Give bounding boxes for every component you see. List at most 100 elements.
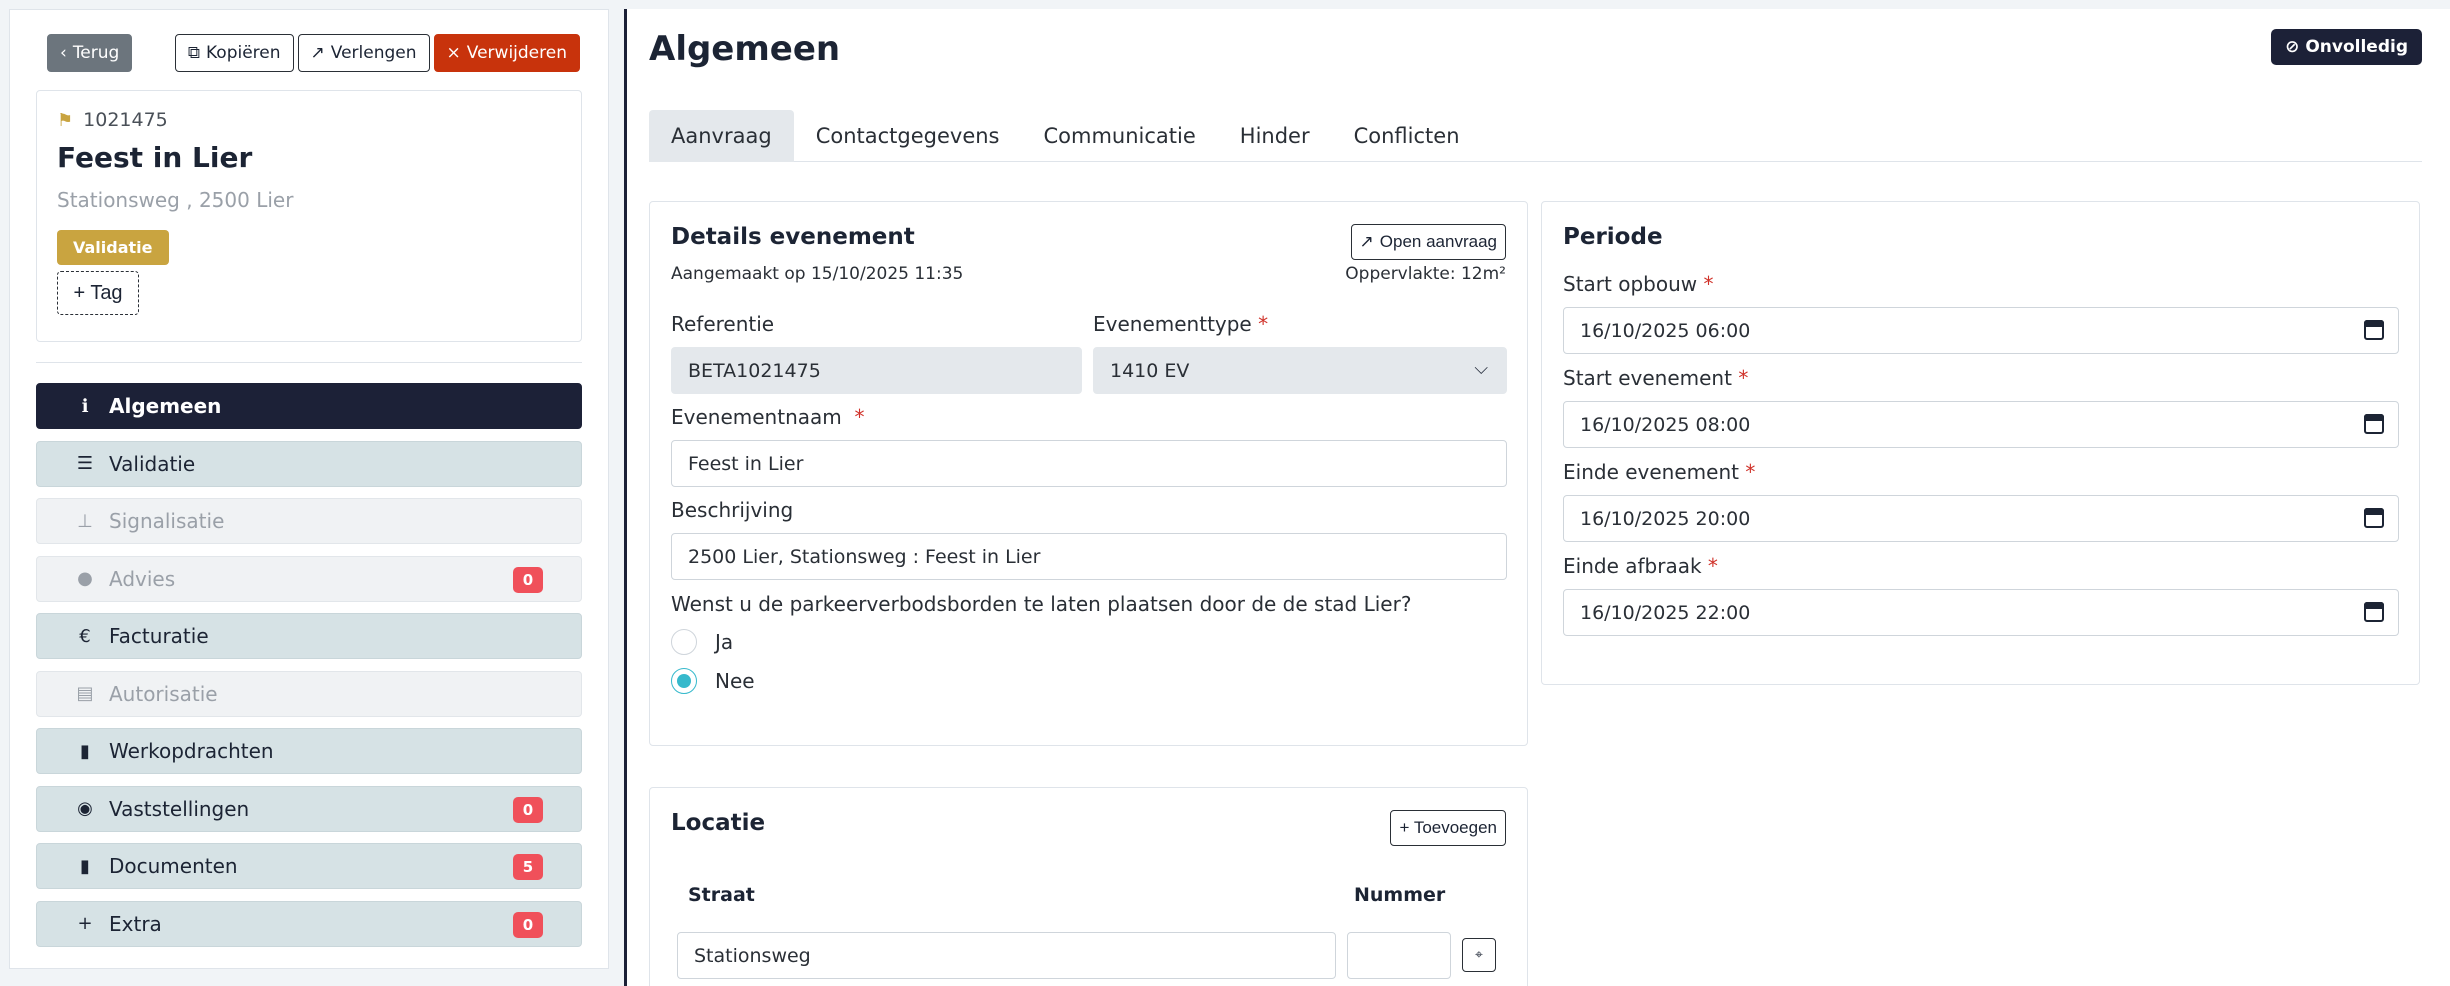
delete-button[interactable]: × Verwijderen: [433, 34, 580, 72]
calendar-icon[interactable]: [2364, 414, 2384, 434]
calendar-icon[interactable]: [2364, 602, 2384, 622]
desc-label: Beschrijving: [671, 498, 794, 522]
radio-ja[interactable]: Ja: [671, 629, 733, 655]
copy-icon: ⧉: [187, 43, 200, 63]
summary-address: Stationsweg , 2500 Lier: [57, 188, 294, 212]
summary-id: ⚑ 1021475: [57, 109, 168, 131]
sidebar-item-label: Advies: [109, 566, 176, 591]
back-button[interactable]: ‹ Terug: [47, 34, 133, 72]
chevron-down-icon: ⌵: [1474, 358, 1488, 379]
sidebar-item-extra[interactable]: + Extra 0: [36, 900, 582, 947]
description-input[interactable]: 2500 Lier, Stationsweg : Feest in Lier: [671, 533, 1507, 580]
locatie-title: Locatie: [671, 810, 766, 836]
add-location-button[interactable]: + Toevoegen: [1390, 810, 1506, 846]
count-badge: 0: [513, 796, 543, 823]
status-pill[interactable]: ⊘ Onvolledig: [2271, 29, 2422, 65]
name-label: Evenementnaam *: [671, 405, 865, 429]
sidebar-item-facturatie[interactable]: € Facturatie: [36, 613, 582, 659]
event-type-select[interactable]: 1410 EV ⌵: [1093, 347, 1507, 394]
einde-afbraak-label: Einde afbraak *: [1563, 554, 1718, 578]
locatie-card: Locatie + Toevoegen Straat Nummer Statio…: [649, 787, 1528, 986]
calendar-icon[interactable]: [2364, 508, 2384, 528]
sidebar-nav: ℹ Algemeen ☰ Validatie ⊥ Signalisatie ● Advies 0…: [36, 383, 582, 947]
sidebar-item-algemeen[interactable]: ℹ Algemeen: [36, 383, 582, 429]
info-circle-icon: ℹ: [81, 395, 89, 417]
start-opbouw-input[interactable]: 16/10/2025 06:00: [1563, 307, 2399, 354]
einde-evenement-input[interactable]: 16/10/2025 20:00: [1563, 495, 2399, 542]
tab-contactgegevens[interactable]: Contactgegevens: [794, 110, 1022, 162]
area-size: Oppervlakte: 12m²: [1345, 264, 1506, 284]
record-actions: ⧉ Kopiëren ↗ Verlengen × Verwijderen: [174, 34, 580, 72]
signpost-icon: ⊥: [77, 510, 93, 532]
file-lock-icon: ▤: [76, 683, 94, 704]
start-evenement-input[interactable]: 16/10/2025 08:00: [1563, 401, 2399, 448]
radio-nee[interactable]: Nee: [671, 668, 755, 694]
checklist-icon: ☰: [76, 453, 94, 474]
sidebar-item-label: Extra: [109, 911, 162, 936]
open-request-button[interactable]: ↗ Open aanvraag: [1350, 224, 1506, 260]
crosshair-icon: ⌖: [1475, 947, 1483, 963]
tab-conflicten[interactable]: Conflicten: [1332, 110, 1482, 162]
share-icon: ↗: [310, 43, 325, 63]
created-date: Aangemaakt op 15/10/2025 11:35: [671, 264, 964, 284]
summary-card: ⚑ 1021475 Feest in Lier Stationsweg , 25…: [36, 90, 582, 342]
euro-icon: €: [79, 625, 91, 647]
tab-aanvraag[interactable]: Aanvraag: [649, 110, 794, 162]
sidebar-item-label: Signalisatie: [109, 509, 225, 533]
sidebar: ‹ Terug ⧉ Kopiëren ↗ Verlengen × Verwijd…: [9, 9, 609, 969]
referentie-field: BETA1021475: [671, 347, 1082, 394]
chat-icon: ●: [77, 568, 93, 589]
divider: [36, 362, 582, 363]
flag-icon: ⚑: [57, 109, 74, 131]
tab-bar: Aanvraag Contactgegevens Communicatie Hinde…: [649, 110, 2422, 162]
radio-nee-circle[interactable]: [671, 668, 697, 694]
sidebar-item-label: Algemeen: [109, 394, 222, 418]
document-icon: ▮: [80, 855, 90, 877]
start-opbouw-label: Start opbouw *: [1563, 272, 1714, 296]
sidebar-item-werkopdrachten[interactable]: ▮ Werkopdrachten: [36, 728, 582, 774]
sidebar-item-label: Vaststellingen: [109, 796, 250, 821]
type-label: Evenementtype *: [1093, 312, 1269, 336]
copy-button[interactable]: ⧉ Kopiëren: [174, 34, 294, 72]
count-badge: 0: [513, 566, 543, 593]
number-input[interactable]: [1347, 932, 1451, 979]
tab-communicatie[interactable]: Communicatie: [1022, 110, 1218, 162]
ban-icon: ⊘: [2285, 37, 2300, 57]
tab-hinder[interactable]: Hinder: [1218, 110, 1332, 162]
sidebar-item-label: Werkopdrachten: [109, 739, 274, 763]
external-link-icon: ↗: [1359, 232, 1374, 251]
sidebar-item-label: Autorisatie: [109, 681, 218, 706]
sidebar-item-autorisatie[interactable]: ▤ Autorisatie: [36, 670, 582, 717]
einde-afbraak-input[interactable]: 16/10/2025 22:00: [1563, 589, 2399, 636]
sidebar-item-signalisatie[interactable]: ⊥ Signalisatie: [36, 498, 582, 544]
periode-title: Periode: [1563, 224, 1663, 250]
sidebar-item-validatie[interactable]: ☰ Validatie: [36, 440, 582, 487]
count-badge: 0: [513, 911, 543, 938]
sidebar-item-vaststellingen[interactable]: ◉ Vaststellingen 0: [36, 785, 582, 832]
radio-ja-circle[interactable]: [671, 629, 697, 655]
page-title: Algemeen: [649, 29, 841, 69]
street-input[interactable]: Stationsweg: [677, 932, 1336, 979]
sidebar-item-documenten[interactable]: ▮ Documenten 5: [36, 843, 582, 889]
main-panel: Algemeen ⊘ Onvolledig Aanvraag Contactgeg…: [624, 9, 2450, 986]
status-badge: Validatie: [57, 230, 169, 265]
column-street: Straat: [688, 884, 755, 906]
event-name-input[interactable]: Feest in Lier: [671, 440, 1507, 487]
calendar-icon[interactable]: [2364, 320, 2384, 340]
extend-button[interactable]: ↗ Verlengen: [297, 34, 430, 72]
einde-evenement-label: Einde evenement *: [1563, 460, 1756, 484]
sidebar-item-label: Validatie: [109, 451, 196, 476]
top-actions: ‹ Terug ⧉ Kopiëren ↗ Verlengen × Verwijd…: [36, 32, 582, 74]
close-icon: ×: [446, 43, 461, 63]
parking-question: Wenst u de parkeerverbodsborden te laten…: [671, 592, 1412, 616]
add-tag-button[interactable]: + Tag: [57, 271, 139, 315]
sidebar-item-advies[interactable]: ● Advies 0: [36, 555, 582, 602]
locate-button[interactable]: ⌖: [1462, 938, 1496, 972]
chevron-left-icon: ‹: [60, 43, 67, 63]
details-title: Details evenement: [671, 224, 915, 250]
periode-card: Periode Start opbouw * 16/10/2025 06:00 …: [1541, 201, 2420, 685]
eye-icon: ◉: [77, 798, 93, 819]
details-card: Details evenement ↗ Open aanvraag Aangem…: [649, 201, 1528, 746]
plus-icon: +: [77, 913, 93, 934]
file-icon: ▮: [80, 740, 90, 762]
